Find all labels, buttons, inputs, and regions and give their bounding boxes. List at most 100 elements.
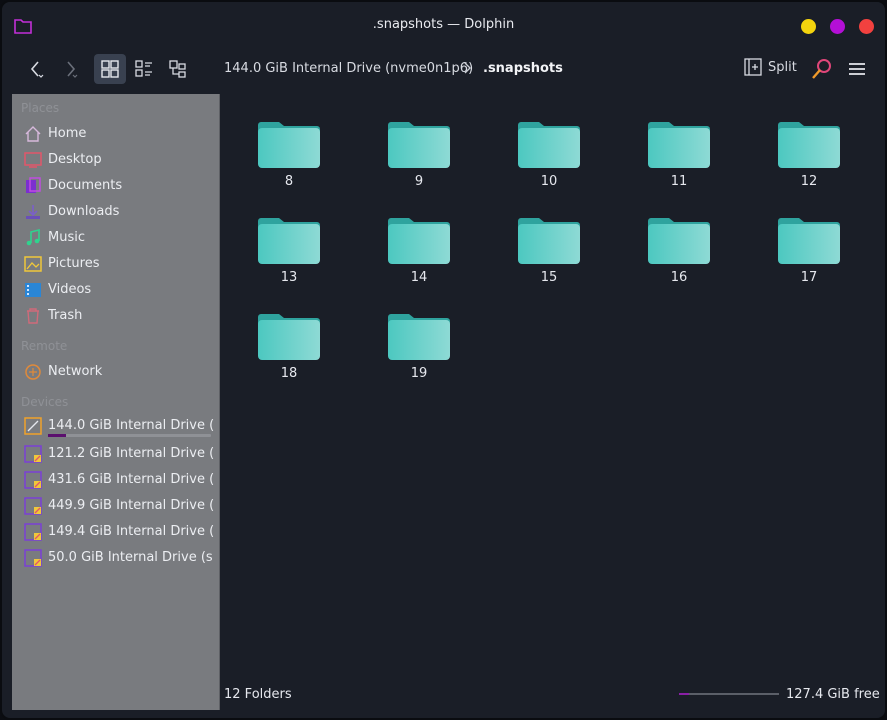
folder-item[interactable]: 18 — [239, 288, 339, 381]
folder-name: 17 — [800, 270, 818, 285]
removable-drive-icon — [24, 445, 42, 463]
folder-icon — [778, 218, 840, 264]
toolbar: 144.0 GiB Internal Drive (nvme0n1p6) .sn… — [2, 46, 885, 92]
minimize-button[interactable] — [801, 19, 816, 34]
search-button[interactable] — [806, 54, 838, 84]
folder-icon — [388, 122, 450, 168]
folder-icon — [778, 122, 840, 168]
sidebar-item-home[interactable]: Home — [12, 121, 220, 147]
status-free-space: 127.4 GiB free — [786, 687, 880, 702]
sidebar-device-1[interactable]: 144.0 GiB Internal Drive (nvme0n1p6) — [12, 413, 220, 439]
places-section-title: Places — [21, 101, 60, 115]
tree-view-button[interactable] — [162, 54, 194, 84]
sidebar-device-2[interactable]: 121.2 GiB Internal Drive ( — [12, 441, 220, 467]
icons-view-button[interactable] — [94, 54, 126, 84]
sidebar-item-label: Desktop — [48, 152, 102, 167]
sidebar-item-label: Music — [48, 230, 85, 245]
split-label: Split — [768, 59, 797, 75]
window-title: .snapshots — Dolphin — [372, 16, 515, 32]
folder-icon — [258, 314, 320, 360]
breadcrumb-current[interactable]: .snapshots — [483, 61, 563, 76]
sidebar-item-videos[interactable]: Videos — [12, 277, 220, 303]
removable-drive-icon — [24, 549, 42, 567]
sidebar-item-label: 431.6 GiB Internal Drive ( — [48, 472, 214, 487]
devices-section-title: Devices — [21, 395, 69, 409]
chevron-left-icon — [30, 61, 44, 78]
tree-view-icon — [169, 60, 186, 78]
videos-icon — [25, 283, 41, 297]
title-bar[interactable]: .snapshots — Dolphin — [2, 2, 885, 46]
maximize-button[interactable] — [830, 19, 845, 34]
sidebar-item-label: Documents — [48, 178, 123, 193]
folder-item[interactable]: 12 — [759, 96, 859, 189]
folder-icon — [258, 218, 320, 264]
app-folder-icon — [14, 19, 32, 34]
menu-button[interactable] — [841, 54, 873, 84]
chevron-right-icon — [67, 61, 78, 78]
folder-icon — [518, 122, 580, 168]
breadcrumb-separator-icon — [464, 62, 471, 74]
folder-name: 12 — [800, 174, 818, 189]
file-view[interactable]: 8 9 10 11 12 13 14 15 16 17 18 19 — [221, 94, 883, 710]
sidebar-item-label: 144.0 GiB Internal Drive (nvme0n1p6) — [48, 418, 214, 433]
status-summary: 12 Folders — [224, 687, 292, 702]
folder-item[interactable]: 14 — [369, 192, 469, 285]
sidebar-device-5[interactable]: 149.4 GiB Internal Drive ( — [12, 519, 220, 545]
folder-item[interactable]: 8 — [239, 96, 339, 189]
split-view-icon — [744, 58, 762, 76]
removable-drive-icon — [24, 471, 42, 489]
pictures-icon — [24, 256, 42, 272]
folder-icon — [258, 122, 320, 168]
folder-item[interactable]: 11 — [629, 96, 729, 189]
folder-item[interactable]: 17 — [759, 192, 859, 285]
sidebar-item-downloads[interactable]: Downloads — [12, 199, 220, 225]
sidebar-item-label: 449.9 GiB Internal Drive ( — [48, 498, 214, 513]
forward-button[interactable] — [54, 54, 86, 84]
sidebar-item-label: Network — [48, 364, 103, 379]
sidebar-device-6[interactable]: 50.0 GiB Internal Drive (s — [12, 545, 220, 571]
back-button[interactable] — [20, 54, 52, 84]
sidebar-item-documents[interactable]: Documents — [12, 173, 220, 199]
device-usage-fill — [48, 434, 66, 437]
folder-item[interactable]: 10 — [499, 96, 599, 189]
folder-item[interactable]: 15 — [499, 192, 599, 285]
sidebar-device-3[interactable]: 431.6 GiB Internal Drive ( — [12, 467, 220, 493]
folder-name: 16 — [670, 270, 688, 285]
sidebar-item-label: 50.0 GiB Internal Drive (s — [48, 550, 213, 565]
breadcrumb-drive[interactable]: 144.0 GiB Internal Drive (nvme0n1p6) — [224, 61, 473, 76]
sidebar-item-trash[interactable]: Trash — [12, 303, 220, 329]
removable-drive-icon — [24, 497, 42, 515]
trash-icon — [27, 308, 39, 324]
sidebar-item-label: Trash — [48, 308, 83, 323]
folder-icon — [648, 218, 710, 264]
hamburger-menu-icon — [849, 63, 865, 75]
folder-icon — [648, 122, 710, 168]
places-panel: Places Home Desktop Documents Downloads … — [12, 94, 220, 710]
dolphin-window: .snapshots — Dolphin 144.0 GiB Internal … — [0, 0, 887, 720]
sidebar-item-network[interactable]: Network — [12, 359, 220, 385]
folder-item[interactable]: 19 — [369, 288, 469, 381]
close-button[interactable] — [859, 19, 874, 34]
folder-item[interactable]: 16 — [629, 192, 729, 285]
sidebar-item-desktop[interactable]: Desktop — [12, 147, 220, 173]
compact-view-button[interactable] — [128, 54, 160, 84]
free-space-bar — [679, 693, 779, 695]
folder-name: 14 — [410, 270, 428, 285]
folder-name: 15 — [540, 270, 558, 285]
split-button[interactable]: Split — [744, 58, 797, 76]
folder-icon — [388, 218, 450, 264]
remote-section-title: Remote — [21, 339, 68, 353]
list-view-icon — [135, 60, 152, 77]
folder-name: 11 — [670, 174, 688, 189]
folder-item[interactable]: 9 — [369, 96, 469, 189]
folder-name: 13 — [280, 270, 298, 285]
sidebar-item-label: Home — [48, 126, 87, 141]
network-icon — [25, 364, 41, 380]
sidebar-device-4[interactable]: 449.9 GiB Internal Drive ( — [12, 493, 220, 519]
sidebar-item-pictures[interactable]: Pictures — [12, 251, 220, 277]
sidebar-item-label: 121.2 GiB Internal Drive ( — [48, 446, 214, 461]
sidebar-item-music[interactable]: Music — [12, 225, 220, 251]
folder-name: 8 — [284, 174, 294, 189]
sidebar-item-label: Downloads — [48, 204, 120, 219]
folder-item[interactable]: 13 — [239, 192, 339, 285]
